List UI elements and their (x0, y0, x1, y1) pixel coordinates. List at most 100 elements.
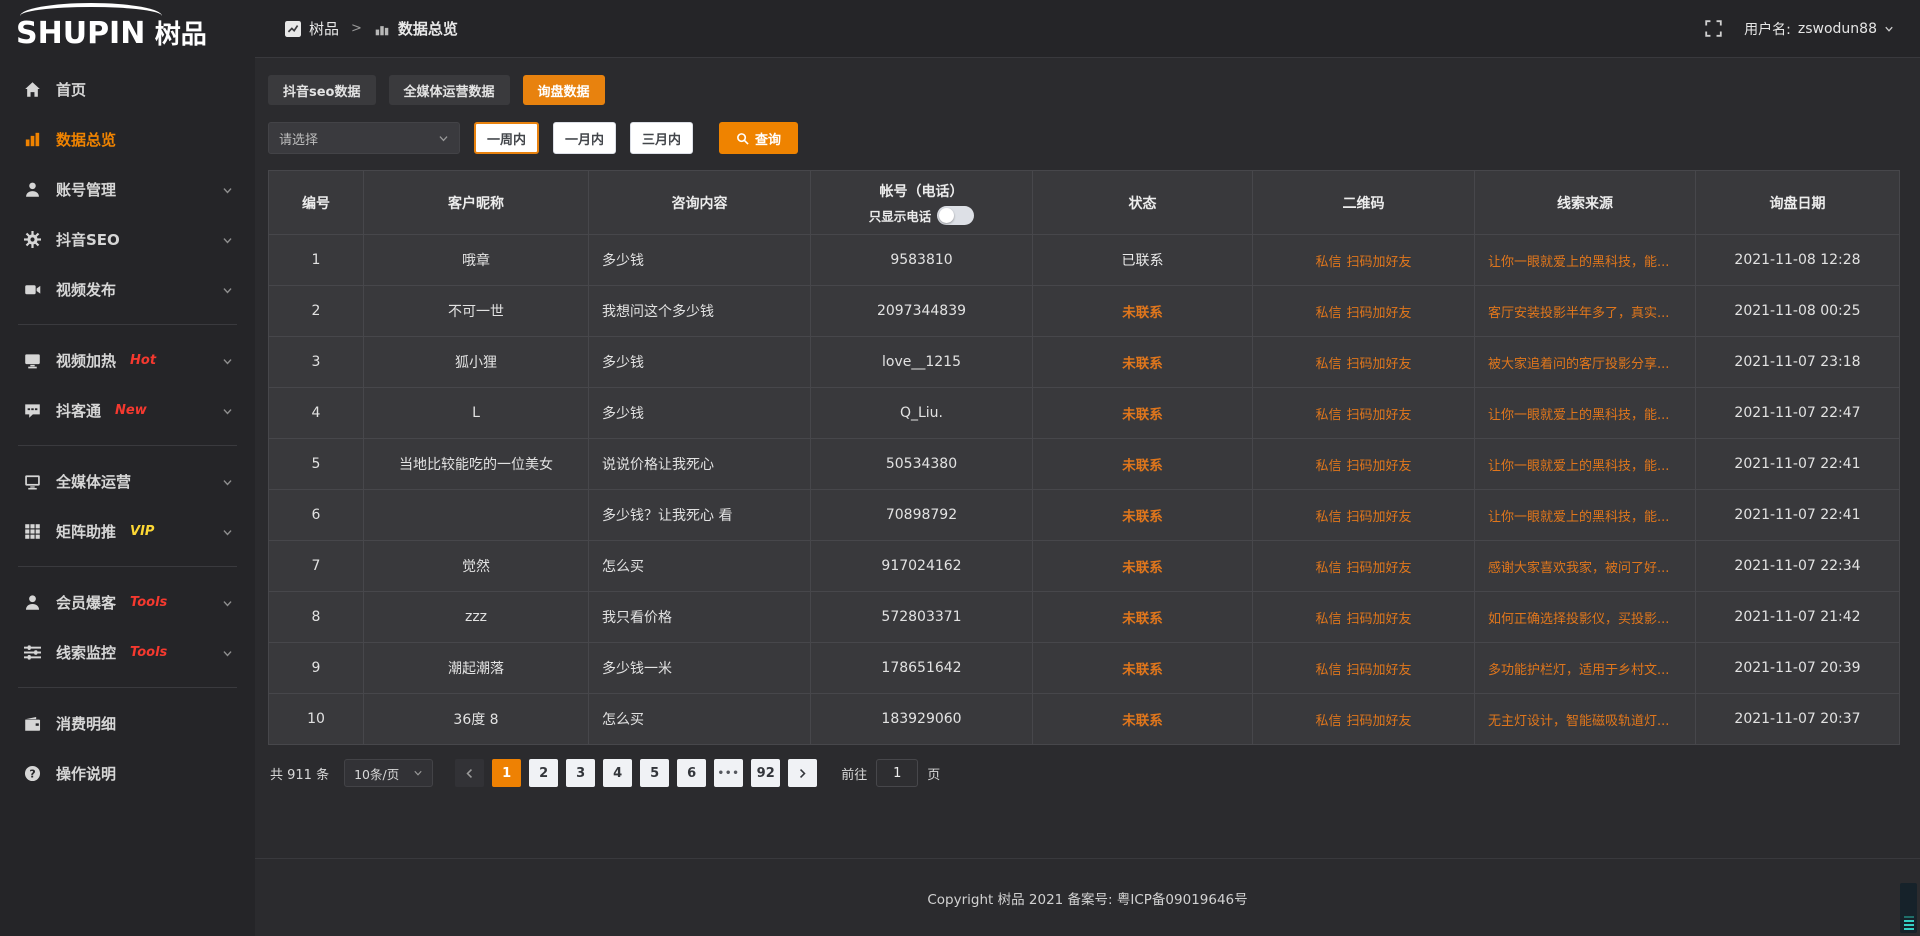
scan-add-friend-link[interactable]: 扫码加好友 (1347, 714, 1412, 729)
sidebar-item-matrix-boost[interactable]: 矩阵助推VIP (0, 506, 255, 556)
tab-douyin-seo-data[interactable]: 抖音seo数据 (268, 75, 376, 105)
private-message-link[interactable]: 私信 (1315, 255, 1341, 270)
cell-nickname: 不可一世 (364, 286, 589, 337)
sidebar-item-video-publish[interactable]: 视频发布 (0, 264, 255, 314)
column-header-6: 线索来源 (1475, 171, 1696, 235)
sidebar-item-video-heat[interactable]: 视频加热Hot (0, 335, 255, 385)
lead-source-link[interactable]: 让你一眼就爱上的黑科技，能... (1488, 255, 1669, 270)
goto-label: 前往 (841, 764, 867, 783)
page-button-5[interactable]: 5 (640, 759, 669, 787)
scan-add-friend-link[interactable]: 扫码加好友 (1347, 612, 1412, 627)
home-icon (24, 81, 41, 98)
phone-only-toggle[interactable] (937, 206, 974, 225)
sidebar-item-member-burst[interactable]: 会员爆客Tools (0, 577, 255, 627)
range-button-2[interactable]: 三月内 (630, 122, 693, 154)
sidebar-item-home[interactable]: 首页 (0, 64, 255, 114)
sidebar-divider (18, 687, 237, 688)
page-ellipsis-button[interactable]: ••• (714, 759, 743, 787)
cell-content: 多少钱 (589, 388, 811, 439)
private-message-link[interactable]: 私信 (1315, 663, 1341, 678)
goto-page-input[interactable] (876, 759, 918, 787)
scan-add-friend-link[interactable]: 扫码加好友 (1347, 306, 1412, 321)
page-button-3[interactable]: 3 (566, 759, 595, 787)
status-badge: 未联系 (1122, 458, 1163, 474)
logo-text-cn: 树品 (155, 20, 207, 50)
cell-content: 怎么买 (589, 694, 811, 745)
sidebar-item-data-overview[interactable]: 数据总览 (0, 114, 255, 164)
pagination-total: 共 911 条 (270, 764, 329, 783)
cell-content: 我想问这个多少钱 (589, 286, 811, 337)
private-message-link[interactable]: 私信 (1315, 459, 1341, 474)
lead-source-link[interactable]: 让你一眼就爱上的黑科技，能... (1488, 408, 1669, 423)
page-button-1[interactable]: 1 (492, 759, 521, 787)
next-page-button[interactable] (788, 759, 817, 787)
scan-add-friend-link[interactable]: 扫码加好友 (1347, 510, 1412, 525)
private-message-link[interactable]: 私信 (1315, 510, 1341, 525)
sidebar-item-op-guide[interactable]: ?操作说明 (0, 748, 255, 798)
cell-index: 5 (269, 439, 364, 490)
user-menu[interactable]: 用户名: zswodun88 (1744, 19, 1894, 39)
scan-add-friend-link[interactable]: 扫码加好友 (1347, 561, 1412, 576)
chevron-down-icon (222, 405, 233, 416)
lead-source-link[interactable]: 客厅安装投影半年多了，真实... (1488, 306, 1669, 321)
tabs: 抖音seo数据全媒体运营数据询盘数据 (268, 75, 1900, 105)
table-row: 1哦章多少钱9583810已联系私信扫码加好友让你一眼就爱上的黑科技，能...2… (269, 235, 1900, 286)
cell-index: 8 (269, 592, 364, 643)
search-button[interactable]: 查询 (719, 122, 798, 154)
cell-index: 4 (269, 388, 364, 439)
chat-icon (24, 402, 41, 419)
sliders-icon (24, 644, 41, 661)
lead-source-link[interactable]: 被大家追着问的客厅投影分享... (1488, 357, 1669, 372)
page-button-2[interactable]: 2 (529, 759, 558, 787)
table-row: 4L多少钱Q_Liu.未联系私信扫码加好友让你一眼就爱上的黑科技，能...202… (269, 388, 1900, 439)
cell-nickname: 36度 8 (364, 694, 589, 745)
cell-nickname: L (364, 388, 589, 439)
lead-source-link[interactable]: 让你一眼就爱上的黑科技，能... (1488, 459, 1669, 474)
page-button-6[interactable]: 6 (677, 759, 706, 787)
tab-inquiry-data[interactable]: 询盘数据 (523, 75, 605, 105)
private-message-link[interactable]: 私信 (1315, 306, 1341, 321)
sidebar-item-account-manage[interactable]: 账号管理 (0, 164, 255, 214)
private-message-link[interactable]: 私信 (1315, 612, 1341, 627)
cell-content: 多少钱？让我死心 看 (589, 490, 811, 541)
sidebar-item-badge: New (115, 403, 147, 418)
lead-source-link[interactable]: 感谢大家喜欢我家，被问了好... (1488, 561, 1669, 576)
svg-text:?: ? (29, 767, 35, 780)
sidebar-item-clue-monitor[interactable]: 线索监控Tools (0, 627, 255, 677)
private-message-link[interactable]: 私信 (1315, 357, 1341, 372)
range-button-1[interactable]: 一月内 (553, 122, 616, 154)
sidebar-item-douyin-seo[interactable]: 抖音SEO (0, 214, 255, 264)
cell-account: 9583810 (811, 235, 1033, 286)
scan-add-friend-link[interactable]: 扫码加好友 (1347, 255, 1412, 270)
cell-nickname: 哦章 (364, 235, 589, 286)
lead-source-link[interactable]: 多功能护栏灯，适用于乡村文... (1488, 663, 1669, 678)
sidebar-item-badge: Tools (130, 645, 167, 660)
private-message-link[interactable]: 私信 (1315, 714, 1341, 729)
column-header-7: 询盘日期 (1696, 171, 1900, 235)
filter-select[interactable]: 请选择 (268, 122, 460, 154)
sidebar-item-badge: Tools (130, 595, 167, 610)
page-button-4[interactable]: 4 (603, 759, 632, 787)
sidebar-item-badge: Hot (130, 353, 156, 368)
chevron-down-icon (222, 597, 233, 608)
lead-source-link[interactable]: 让你一眼就爱上的黑科技，能... (1488, 510, 1669, 525)
page-button-92[interactable]: 92 (751, 759, 780, 787)
sidebar-item-consume-detail[interactable]: 消费明细 (0, 698, 255, 748)
member-icon (24, 594, 41, 611)
lead-source-link[interactable]: 无主灯设计，智能磁吸轨道灯... (1488, 714, 1669, 729)
range-button-0[interactable]: 一周内 (474, 122, 539, 154)
prev-page-button[interactable] (455, 759, 484, 787)
fullscreen-icon[interactable] (1705, 20, 1722, 37)
tab-media-ops-data[interactable]: 全媒体运营数据 (389, 75, 510, 105)
private-message-link[interactable]: 私信 (1315, 561, 1341, 576)
breadcrumb-item-home[interactable]: 树品 (309, 18, 339, 39)
private-message-link[interactable]: 私信 (1315, 408, 1341, 423)
lead-source-link[interactable]: 如何正确选择投影仪，买投影... (1488, 612, 1669, 627)
scan-add-friend-link[interactable]: 扫码加好友 (1347, 408, 1412, 423)
scan-add-friend-link[interactable]: 扫码加好友 (1347, 663, 1412, 678)
sidebar-item-media-ops[interactable]: 全媒体运营 (0, 456, 255, 506)
page-size-select[interactable]: 10条/页 (344, 759, 433, 787)
scan-add-friend-link[interactable]: 扫码加好友 (1347, 459, 1412, 474)
scan-add-friend-link[interactable]: 扫码加好友 (1347, 357, 1412, 372)
sidebar-item-douketong[interactable]: 抖客通New (0, 385, 255, 435)
